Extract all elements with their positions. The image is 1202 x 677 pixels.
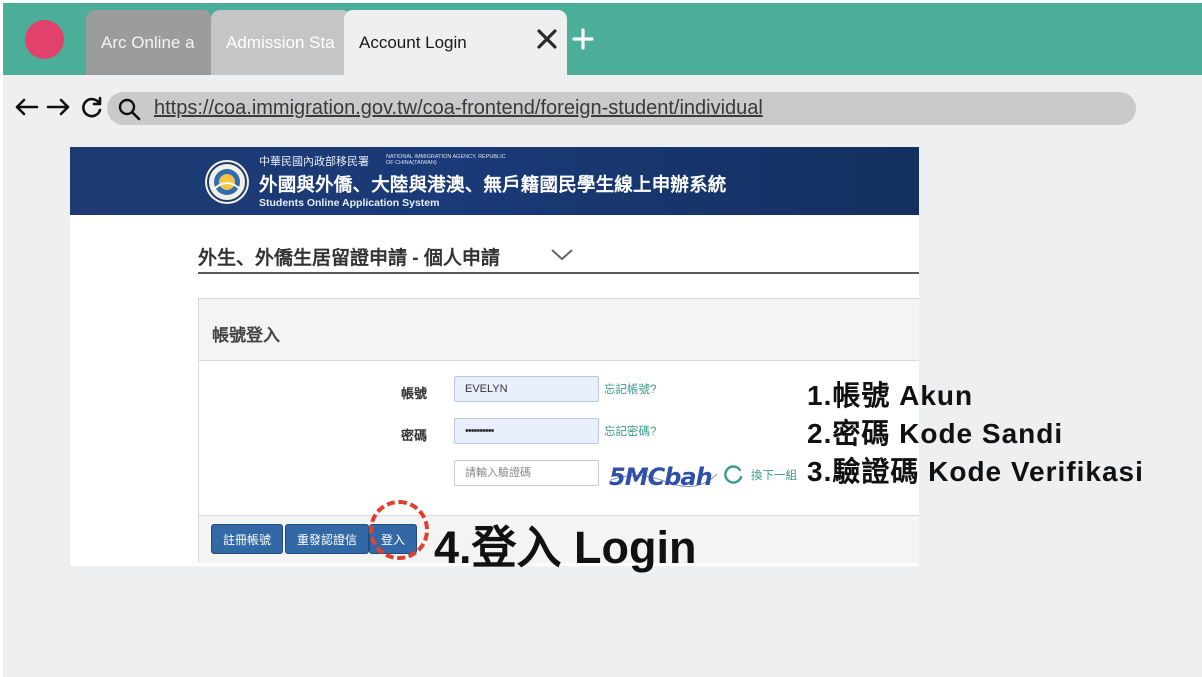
account-label: 帳號 bbox=[401, 386, 428, 401]
site-banner: 中華民國內政部移民署 NATIONAL IMMIGRATION AGENCY, … bbox=[70, 147, 919, 215]
window-dot[interactable] bbox=[25, 20, 64, 59]
tab-label: Admission Sta bbox=[226, 33, 335, 52]
forgot-account-link[interactable]: 忘記帳號? bbox=[604, 381, 656, 397]
tab-account-login[interactable]: Account Login bbox=[344, 10, 567, 75]
tab-label: Arc Online a bbox=[101, 33, 195, 52]
step-3-note: 3.驗證碼 Kode Verifikasi bbox=[807, 456, 1144, 487]
forward-arrow-icon[interactable] bbox=[46, 95, 72, 119]
url-text[interactable]: https://coa.immigration.gov.tw/coa-front… bbox=[154, 92, 763, 125]
title-divider bbox=[198, 272, 919, 274]
panel-title: 帳號登入 bbox=[212, 326, 280, 345]
captcha-image: 5MCbah bbox=[607, 460, 719, 492]
search-icon bbox=[118, 98, 141, 121]
tab-bar: Arc Online a Admission Sta Account Login bbox=[3, 3, 1202, 75]
step-4-note: 4.登入 Login bbox=[434, 522, 697, 573]
tab-label: Account Login bbox=[359, 33, 467, 52]
slide-frame: Arc Online a Admission Sta Account Login… bbox=[3, 3, 1202, 677]
password-input[interactable]: •••••••••• bbox=[454, 418, 599, 444]
resend-verification-button[interactable]: 重發認證信 bbox=[285, 524, 370, 554]
account-input[interactable]: EVELYN bbox=[454, 376, 599, 402]
agency-name-en: NATIONAL IMMIGRATION AGENCY, REPUBLIC OF… bbox=[386, 154, 506, 166]
step-2-note: 2.密碼 Kode Sandi bbox=[807, 418, 1064, 449]
back-arrow-icon[interactable] bbox=[13, 95, 39, 119]
captcha-text: 5MCbah bbox=[609, 463, 712, 491]
login-highlight-circle bbox=[369, 500, 429, 560]
agency-emblem-icon bbox=[205, 160, 249, 204]
panel-header: 帳號登入 bbox=[199, 299, 919, 361]
tab-arc-online[interactable]: Arc Online a bbox=[86, 10, 212, 75]
password-label: 密碼 bbox=[401, 428, 428, 443]
system-title-cn: 外國與外僑、大陸與港澳、無戶籍國民學生線上申辦系統 bbox=[259, 174, 727, 195]
captcha-input[interactable]: 請輸入驗證碼 bbox=[454, 460, 599, 486]
refresh-captcha-link[interactable]: 換下一組 bbox=[751, 467, 797, 483]
reload-icon[interactable] bbox=[79, 95, 105, 119]
page-title: 外生、外僑生居留證申請 - 個人申請 bbox=[198, 248, 500, 269]
refresh-icon[interactable] bbox=[722, 463, 744, 485]
close-icon[interactable] bbox=[535, 27, 559, 51]
forgot-password-link[interactable]: 忘記密碼? bbox=[604, 423, 656, 439]
plus-icon[interactable] bbox=[572, 28, 594, 50]
web-page: 中華民國內政部移民署 NATIONAL IMMIGRATION AGENCY, … bbox=[70, 147, 919, 566]
system-title-en: Students Online Application System bbox=[259, 197, 440, 209]
tab-admission-status[interactable]: Admission Sta bbox=[211, 10, 351, 75]
step-1-note: 1.帳號 Akun bbox=[807, 380, 974, 411]
register-button[interactable]: 註冊帳號 bbox=[211, 524, 284, 554]
address-bar[interactable]: https://coa.immigration.gov.tw/coa-front… bbox=[107, 92, 1136, 125]
chevron-down-icon[interactable] bbox=[550, 247, 574, 263]
agency-name-cn: 中華民國內政部移民署 bbox=[259, 156, 369, 168]
